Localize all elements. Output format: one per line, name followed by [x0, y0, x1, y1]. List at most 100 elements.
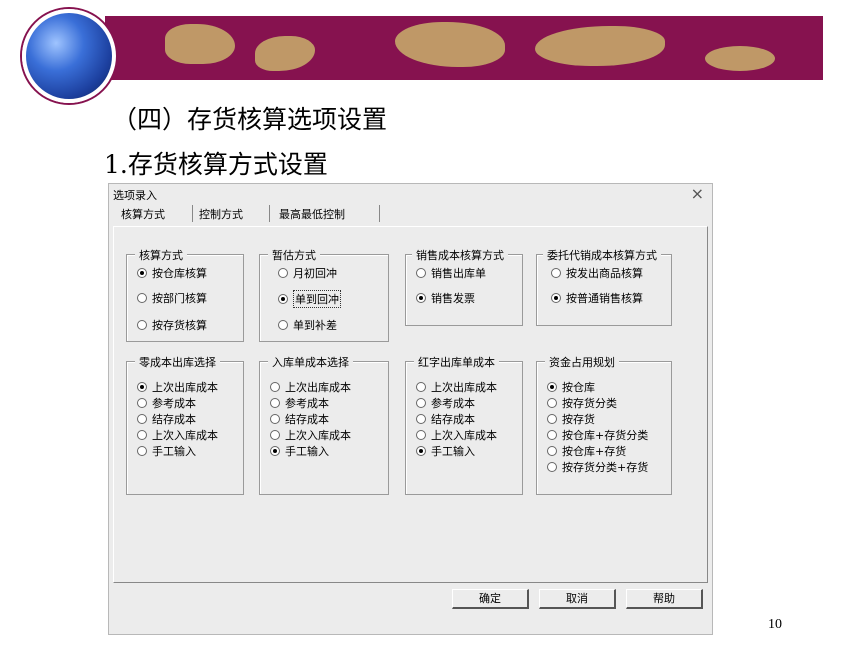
radio-last-outbound-cost[interactable]: 上次出库成本: [270, 379, 351, 395]
radio-icon: [547, 462, 557, 472]
group-title: 零成本出库选择: [135, 354, 220, 370]
radio-balance-cost[interactable]: 结存成本: [137, 411, 196, 427]
option-label: 按仓库: [562, 381, 595, 394]
option-label: 按仓库+存货: [562, 445, 627, 458]
radio-selected-icon: [551, 293, 561, 303]
radio-sales-invoice[interactable]: 销售发票: [416, 290, 475, 306]
radio-by-department[interactable]: 按部门核算: [137, 290, 207, 306]
radio-icon: [270, 398, 280, 408]
page-number: 10: [768, 617, 782, 632]
radio-icon: [416, 430, 426, 440]
option-label: 按部门核算: [152, 292, 207, 305]
radio-last-outbound-cost[interactable]: 上次出库成本: [416, 379, 497, 395]
radio-by-warehouse[interactable]: 按仓库核算: [137, 265, 207, 281]
radio-icon: [137, 446, 147, 456]
help-button[interactable]: 帮助: [626, 589, 703, 609]
radio-month-start-reverse[interactable]: 月初回冲: [278, 265, 337, 281]
radio-balance-cost[interactable]: 结存成本: [270, 411, 329, 427]
group-title: 资金占用规划: [545, 354, 619, 370]
map-continent: [705, 46, 775, 71]
radio-last-outbound-cost[interactable]: 上次出库成本: [137, 379, 218, 395]
radio-icon: [416, 268, 426, 278]
radio-reference-cost[interactable]: 参考成本: [416, 395, 475, 411]
tab-divider: [269, 205, 270, 222]
option-label: 销售出库单: [431, 267, 486, 280]
radio-icon: [270, 430, 280, 440]
tab-max-min-control[interactable]: 最高最低控制: [279, 206, 345, 223]
map-continent: [165, 24, 235, 64]
group-red-outbound-cost: 红字出库单成本 上次出库成本 参考成本 结存成本 上次入库成本 手工输入: [405, 354, 523, 495]
option-label: 按仓库+存货分类: [562, 429, 649, 442]
tab-control-method[interactable]: 控制方式: [199, 206, 243, 223]
radio-reference-cost[interactable]: 参考成本: [137, 395, 196, 411]
radio-by-warehouse[interactable]: 按仓库: [547, 379, 595, 395]
group-sales-cost-method: 销售成本核算方式 销售出库单 销售发票: [405, 247, 523, 326]
group-title: 暂估方式: [268, 247, 320, 263]
radio-icon: [137, 398, 147, 408]
radio-by-warehouse-class[interactable]: 按仓库+存货分类: [547, 427, 648, 443]
dialog-title: 选项录入: [113, 189, 157, 202]
option-label: 按发出商品核算: [566, 267, 643, 280]
group-title: 委托代销成本核算方式: [543, 247, 661, 263]
option-label: 上次出库成本: [431, 381, 497, 394]
radio-last-inbound-cost[interactable]: 上次入库成本: [270, 427, 351, 443]
radio-last-inbound-cost[interactable]: 上次入库成本: [137, 427, 218, 443]
radio-sales-outbound[interactable]: 销售出库单: [416, 265, 486, 281]
option-label: 按存货分类+存货: [562, 461, 649, 474]
radio-difference-on-receipt[interactable]: 单到补差: [278, 317, 337, 333]
close-icon[interactable]: ×: [691, 184, 704, 203]
option-label: 上次出库成本: [285, 381, 351, 394]
radio-manual-input[interactable]: 手工输入: [416, 443, 475, 459]
option-label: 手工输入: [285, 445, 329, 458]
radio-selected-icon: [278, 294, 288, 304]
option-label: 销售发票: [431, 292, 475, 305]
group-estimate-method: 暂估方式 月初回冲 单到回冲 单到补差: [259, 247, 389, 342]
radio-selected-icon: [416, 446, 426, 456]
option-label: 手工输入: [431, 445, 475, 458]
radio-icon: [137, 320, 147, 330]
radio-by-inventory[interactable]: 按存货: [547, 411, 595, 427]
radio-icon: [137, 414, 147, 424]
ok-button[interactable]: 确定: [452, 589, 529, 609]
radio-by-class-inventory[interactable]: 按存货分类+存货: [547, 459, 648, 475]
map-continent: [535, 26, 665, 66]
radio-by-inventory[interactable]: 按存货核算: [137, 317, 207, 333]
radio-reference-cost[interactable]: 参考成本: [270, 395, 329, 411]
map-continent: [395, 22, 505, 67]
option-label: 上次入库成本: [152, 429, 218, 442]
tab-accounting-method[interactable]: 核算方式: [121, 206, 165, 223]
option-label: 月初回冲: [293, 267, 337, 280]
radio-selected-icon: [547, 382, 557, 392]
group-title: 核算方式: [135, 247, 187, 263]
option-label: 手工输入: [152, 445, 196, 458]
option-label: 按存货分类: [562, 397, 617, 410]
radio-icon: [547, 430, 557, 440]
radio-balance-cost[interactable]: 结存成本: [416, 411, 475, 427]
radio-icon: [137, 430, 147, 440]
radio-by-normal-sales[interactable]: 按普通销售核算: [551, 290, 643, 306]
radio-last-inbound-cost[interactable]: 上次入库成本: [416, 427, 497, 443]
option-label: 结存成本: [152, 413, 196, 426]
radio-by-shipped-goods[interactable]: 按发出商品核算: [551, 265, 643, 281]
tab-divider: [192, 205, 193, 222]
group-consignment-cost-method: 委托代销成本核算方式 按发出商品核算 按普通销售核算: [536, 247, 672, 326]
radio-manual-input[interactable]: 手工输入: [137, 443, 196, 459]
radio-manual-input[interactable]: 手工输入: [270, 443, 329, 459]
radio-icon: [270, 382, 280, 392]
radio-by-warehouse-inventory[interactable]: 按仓库+存货: [547, 443, 626, 459]
radio-selected-icon: [137, 382, 147, 392]
option-label: 参考成本: [431, 397, 475, 410]
radio-selected-icon: [270, 446, 280, 456]
radio-reverse-on-receipt[interactable]: 单到回冲: [278, 290, 341, 308]
option-label: 上次入库成本: [285, 429, 351, 442]
radio-selected-icon: [416, 293, 426, 303]
slide-heading: （四）存货核算选项设置: [112, 105, 388, 134]
radio-icon: [551, 268, 561, 278]
option-label: 按存货: [562, 413, 595, 426]
cancel-button[interactable]: 取消: [539, 589, 616, 609]
radio-by-inventory-class[interactable]: 按存货分类: [547, 395, 617, 411]
option-label: 上次入库成本: [431, 429, 497, 442]
option-label: 按普通销售核算: [566, 292, 643, 305]
globe-icon: [22, 9, 116, 103]
group-inbound-cost-choice: 入库单成本选择 上次出库成本 参考成本 结存成本 上次入库成本 手工输入: [259, 354, 389, 495]
